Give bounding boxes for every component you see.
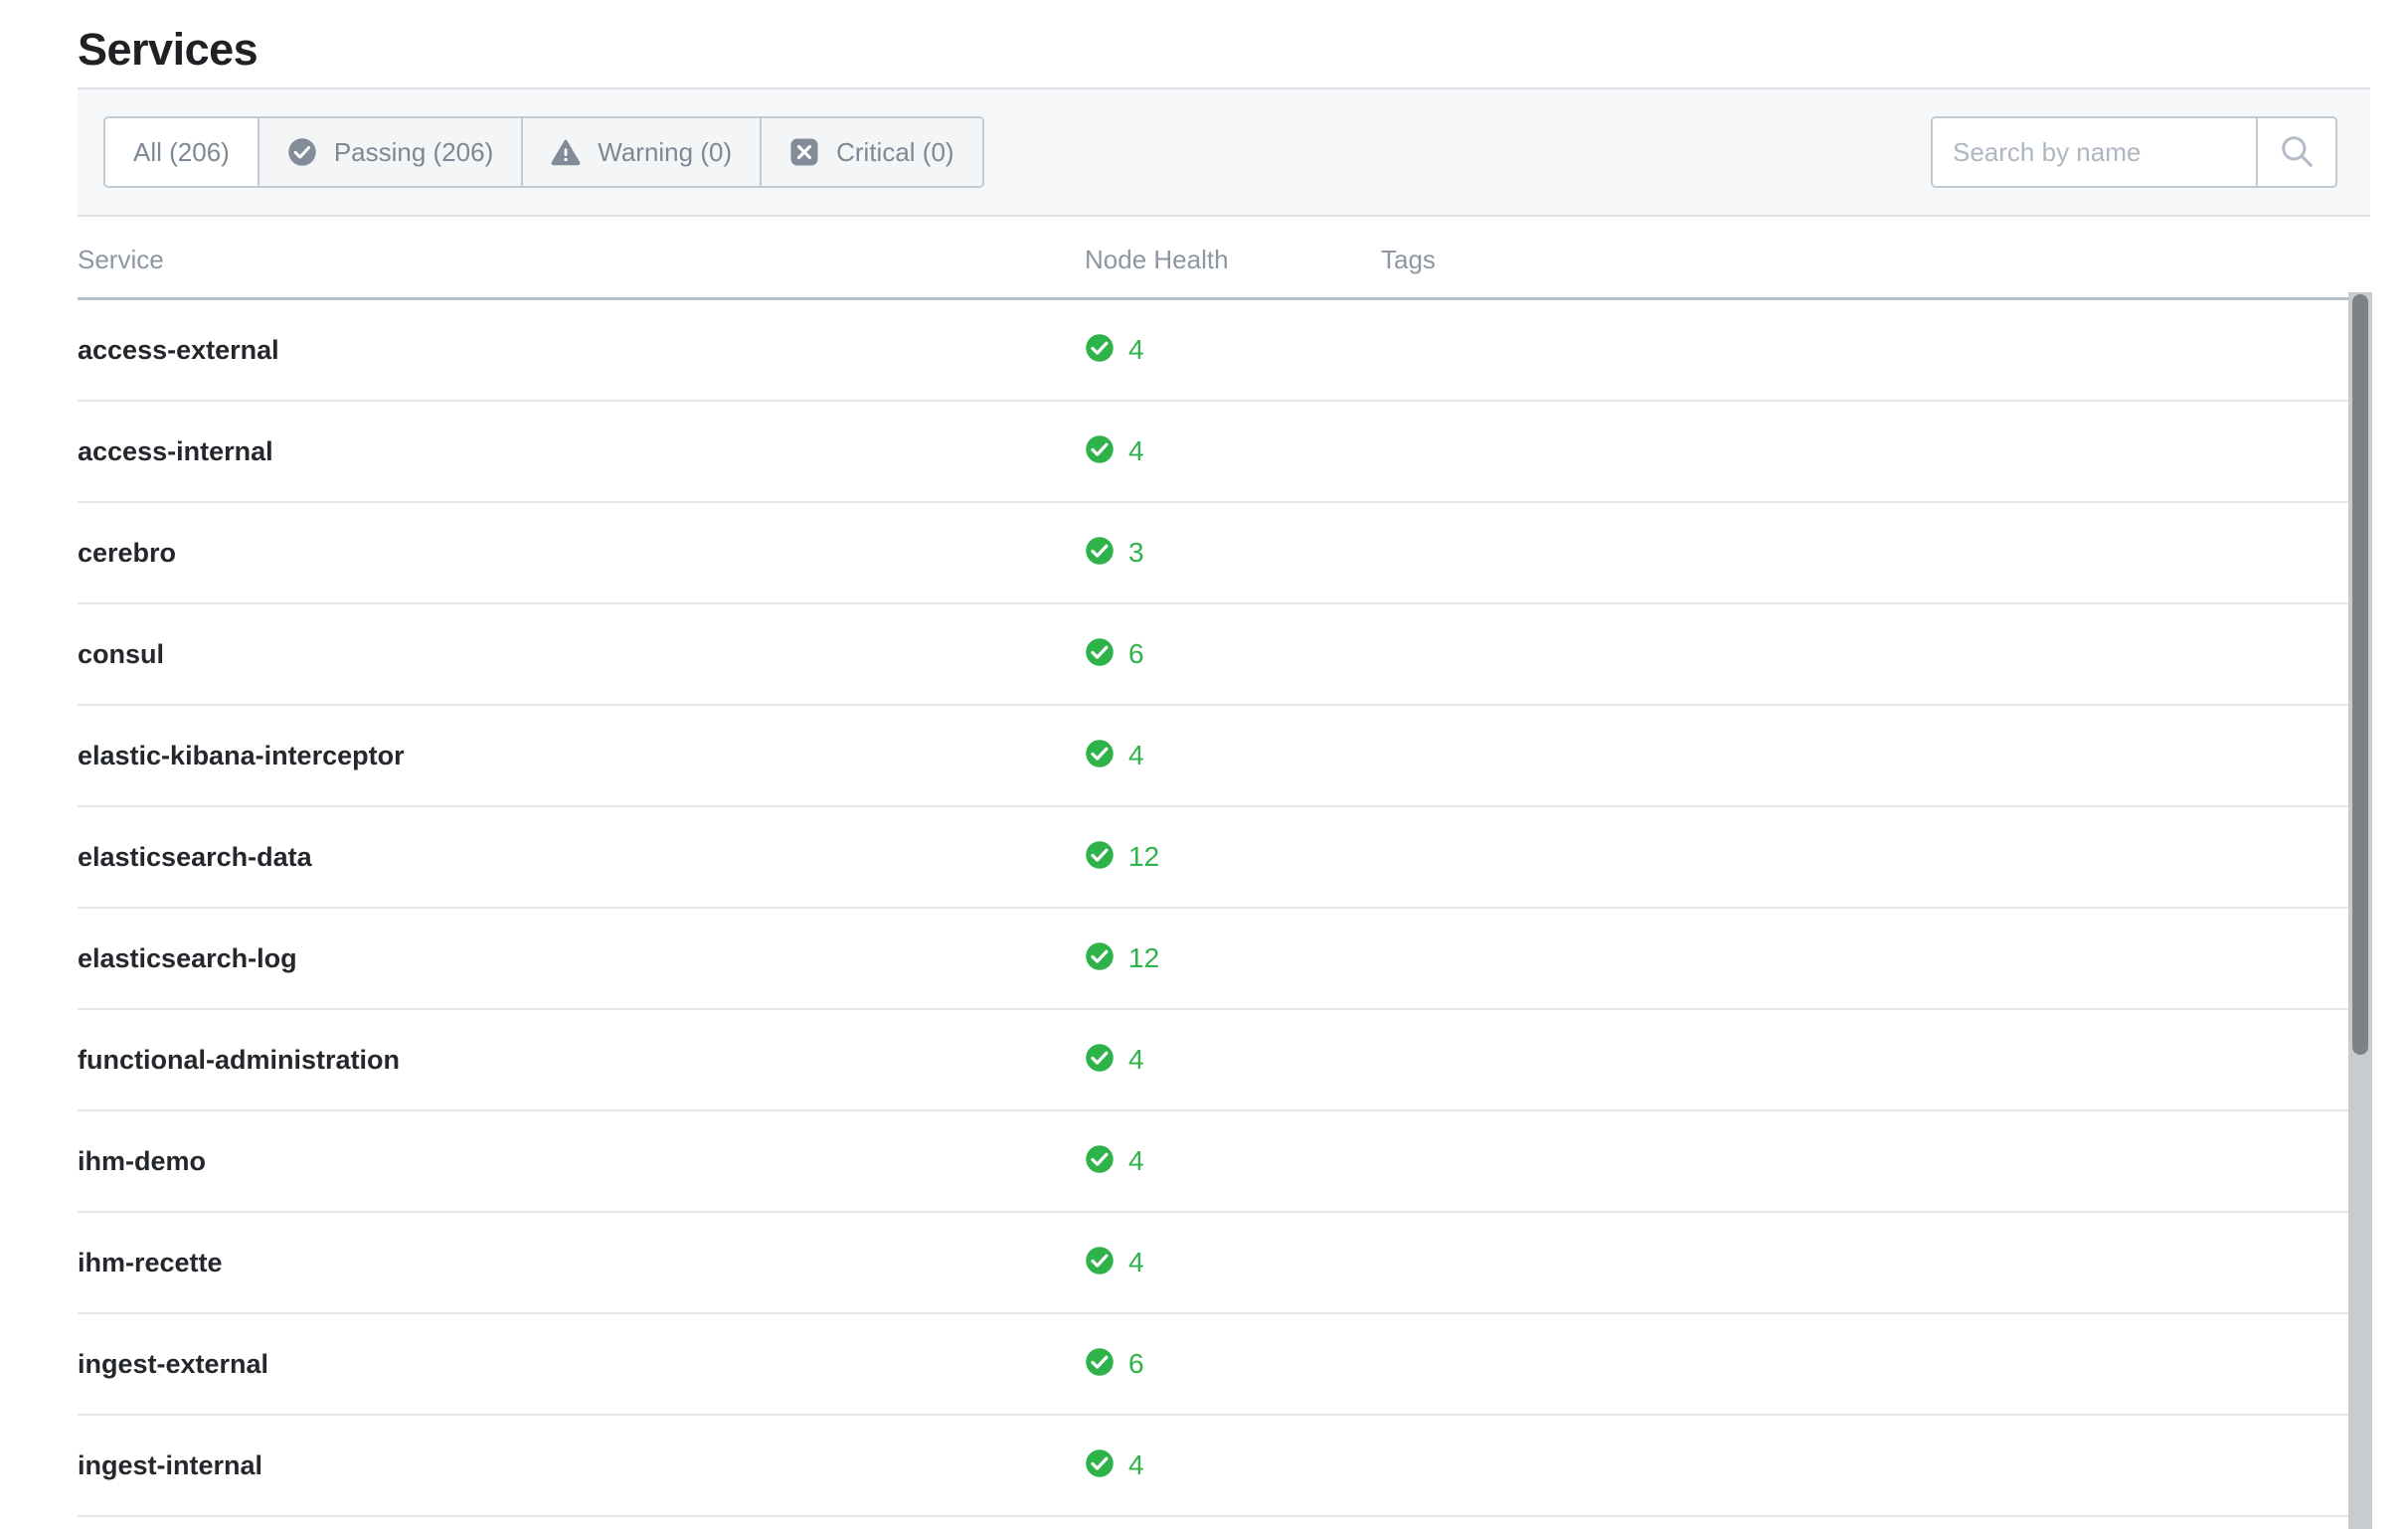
search-box bbox=[1931, 116, 2337, 188]
tab-all-label: All (206) bbox=[133, 136, 230, 167]
tab-passing[interactable]: Passing (206) bbox=[258, 118, 524, 186]
node-health-cell: 4 bbox=[1085, 1448, 1381, 1483]
node-health-count: 6 bbox=[1128, 1348, 1144, 1379]
x-square-icon bbox=[789, 137, 819, 167]
node-health-cell: 12 bbox=[1085, 941, 1381, 976]
node-health-cell: 4 bbox=[1085, 739, 1381, 773]
service-name[interactable]: ihm-recette bbox=[78, 1248, 1085, 1278]
passing-check-icon bbox=[1085, 1347, 1115, 1382]
passing-check-icon bbox=[1085, 739, 1115, 773]
table-row[interactable]: ingest-internal 4 bbox=[78, 1416, 2348, 1517]
table-row[interactable]: access-internal 4 bbox=[78, 402, 2348, 503]
passing-check-icon bbox=[1085, 1448, 1115, 1483]
tab-passing-label: Passing (206) bbox=[333, 136, 494, 167]
node-health-cell: 3 bbox=[1085, 536, 1381, 571]
table-row[interactable]: cerebro 3 bbox=[78, 503, 2348, 604]
check-circle-icon bbox=[287, 137, 317, 167]
table-body: access-external 4 access-internal 4 cerebro 3… bbox=[78, 300, 2348, 1517]
node-health-count: 4 bbox=[1128, 740, 1144, 770]
table-row[interactable]: access-external 4 bbox=[78, 300, 2348, 402]
table-row[interactable]: ihm-recette 4 bbox=[78, 1213, 2348, 1314]
table-row[interactable]: ingest-external 6 bbox=[78, 1314, 2348, 1416]
node-health-count: 4 bbox=[1128, 1145, 1144, 1176]
table-row[interactable]: elastic-kibana-interceptor 4 bbox=[78, 706, 2348, 807]
node-health-cell: 4 bbox=[1085, 434, 1381, 469]
service-name[interactable]: access-internal bbox=[78, 436, 1085, 467]
node-health-cell: 12 bbox=[1085, 840, 1381, 875]
table-row[interactable]: elasticsearch-log 12 bbox=[78, 909, 2348, 1010]
node-health-cell: 4 bbox=[1085, 1144, 1381, 1179]
vertical-scrollbar-track[interactable] bbox=[2348, 292, 2372, 1529]
service-name[interactable]: elasticsearch-log bbox=[78, 943, 1085, 974]
service-name[interactable]: cerebro bbox=[78, 538, 1085, 569]
table-row[interactable]: elasticsearch-data 12 bbox=[78, 807, 2348, 909]
passing-check-icon bbox=[1085, 1246, 1115, 1280]
passing-check-icon bbox=[1085, 536, 1115, 571]
service-name[interactable]: ingest-internal bbox=[78, 1450, 1085, 1481]
passing-check-icon bbox=[1085, 1043, 1115, 1078]
node-health-count: 4 bbox=[1128, 1247, 1144, 1277]
passing-check-icon bbox=[1085, 840, 1115, 875]
node-health-count: 12 bbox=[1128, 942, 1160, 973]
node-health-count: 4 bbox=[1128, 1044, 1144, 1075]
tab-critical-label: Critical (0) bbox=[836, 136, 954, 167]
service-name[interactable]: consul bbox=[78, 639, 1085, 670]
passing-check-icon bbox=[1085, 1144, 1115, 1179]
passing-check-icon bbox=[1085, 941, 1115, 976]
node-health-count: 4 bbox=[1128, 435, 1144, 466]
tab-warning-label: Warning (0) bbox=[598, 136, 733, 167]
table-header-row: Service Node Health Tags bbox=[78, 243, 2348, 300]
node-health-count: 6 bbox=[1128, 638, 1144, 669]
vertical-scrollbar-thumb[interactable] bbox=[2352, 294, 2368, 1055]
health-filter-tabs: All (206) Passing (206) Warning (0) Crit… bbox=[103, 116, 984, 188]
node-health-count: 12 bbox=[1128, 841, 1160, 872]
service-name[interactable]: ihm-demo bbox=[78, 1146, 1085, 1177]
table-row[interactable]: ihm-demo 4 bbox=[78, 1111, 2348, 1213]
tab-warning[interactable]: Warning (0) bbox=[523, 118, 763, 186]
search-button[interactable] bbox=[2256, 118, 2335, 186]
service-name[interactable]: ingest-external bbox=[78, 1349, 1085, 1380]
node-health-cell: 4 bbox=[1085, 333, 1381, 368]
search-icon bbox=[2278, 132, 2316, 173]
passing-check-icon bbox=[1085, 434, 1115, 469]
passing-check-icon bbox=[1085, 637, 1115, 672]
service-name[interactable]: elasticsearch-data bbox=[78, 842, 1085, 873]
services-page: Services All (206) Passing (206) Warning… bbox=[0, 0, 2408, 1529]
tab-all[interactable]: All (206) bbox=[105, 118, 259, 186]
node-health-cell: 4 bbox=[1085, 1043, 1381, 1078]
table-row[interactable]: functional-administration 4 bbox=[78, 1010, 2348, 1111]
service-name[interactable]: access-external bbox=[78, 335, 1085, 366]
node-health-count: 4 bbox=[1128, 1449, 1144, 1480]
passing-check-icon bbox=[1085, 333, 1115, 368]
table-row[interactable]: consul 6 bbox=[78, 604, 2348, 706]
node-health-cell: 6 bbox=[1085, 1347, 1381, 1382]
node-health-cell: 4 bbox=[1085, 1246, 1381, 1280]
tab-critical[interactable]: Critical (0) bbox=[762, 118, 982, 186]
filter-bar: All (206) Passing (206) Warning (0) Crit… bbox=[78, 87, 2370, 217]
column-header-service: Service bbox=[78, 245, 164, 274]
page-title: Services bbox=[78, 24, 258, 75]
alert-triangle-icon bbox=[551, 137, 581, 167]
node-health-cell: 6 bbox=[1085, 637, 1381, 672]
service-name[interactable]: elastic-kibana-interceptor bbox=[78, 741, 1085, 771]
service-name[interactable]: functional-administration bbox=[78, 1045, 1085, 1076]
node-health-count: 3 bbox=[1128, 537, 1144, 568]
services-table: Service Node Health Tags access-external… bbox=[78, 243, 2348, 1517]
search-input[interactable] bbox=[1933, 118, 2256, 186]
column-header-tags: Tags bbox=[1381, 245, 1436, 274]
node-health-count: 4 bbox=[1128, 334, 1144, 365]
column-header-node-health: Node Health bbox=[1085, 245, 1229, 274]
